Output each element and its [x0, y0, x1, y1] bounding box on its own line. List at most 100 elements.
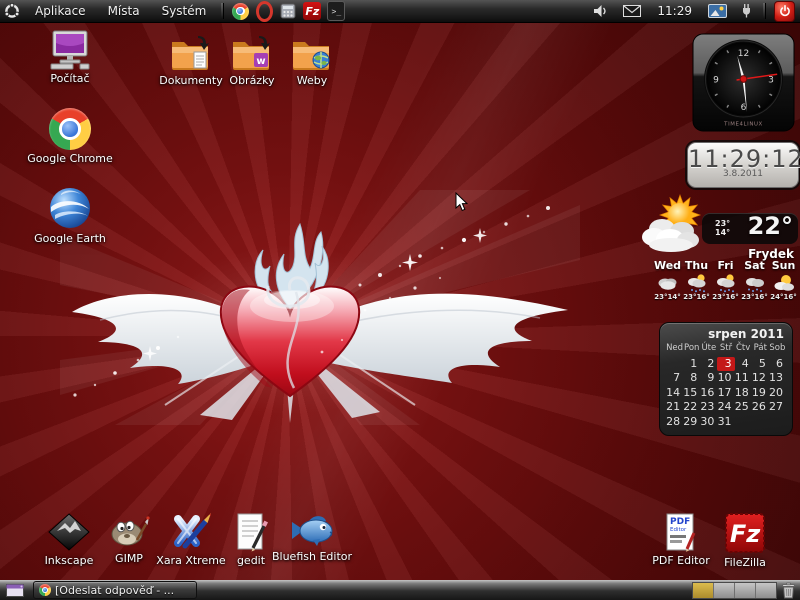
calendar-date: 14 [666, 386, 683, 401]
sun-cloud-icon [640, 193, 714, 263]
distro-logo-icon[interactable] [3, 2, 21, 20]
calendar-date: 23 [700, 400, 717, 415]
calendar-date: 16 [700, 386, 717, 401]
show-desktop-button[interactable] [2, 581, 28, 599]
workspace-4[interactable] [756, 583, 776, 598]
digital-clock-widget[interactable]: 11:29:12 3.8.2011 [687, 142, 799, 188]
calculator-icon [280, 3, 296, 19]
desktop-icon-label: Dokumenty [159, 74, 222, 87]
plug-icon [741, 4, 752, 18]
analog-clock-widget[interactable]: 12 3 6 9 TIME4LINUX [692, 33, 795, 132]
desktop-icon-label: Obrázky [229, 74, 274, 87]
desktop-icon-computer[interactable]: Počítač [35, 30, 105, 85]
menu-places[interactable]: Místa [97, 0, 151, 22]
panel-separator [763, 3, 766, 19]
desktop-icon-web[interactable]: Weby [277, 34, 347, 87]
calendar-date: 13 [769, 371, 786, 386]
clock-number-3: 3 [768, 76, 774, 86]
calendar-date: 2 [700, 357, 717, 372]
calendar-date [666, 357, 683, 372]
desktop-screen: Aplikace Místa Systém Fz >_ 11:29 [0, 0, 800, 600]
opera-launcher[interactable] [255, 2, 273, 20]
forecast-day: Wed 23°14° [653, 259, 682, 301]
calendar-date: 29 [683, 415, 700, 430]
clock-number-9: 9 [713, 76, 719, 86]
terminal-icon: >_ [327, 1, 345, 21]
power-button[interactable] [774, 1, 795, 22]
connection-applet[interactable] [741, 4, 752, 18]
desktop-icon-label: Google Chrome [27, 152, 112, 165]
desktop-icon-gimp[interactable]: GIMP [94, 512, 164, 565]
workspace-1[interactable] [693, 583, 714, 598]
forecast-day: Sun 24°16° [769, 259, 798, 301]
desktop-icon-label: Inkscape [45, 554, 94, 567]
sun-cloud-rain-icon [685, 272, 709, 293]
bottom-panel: [Odeslat odpověď - ... [0, 580, 800, 600]
weather-widget[interactable]: 23° 14° 22° Frydek Wed 23°14 [640, 195, 798, 310]
filezilla-icon: Fz [724, 512, 766, 554]
inkscape-icon [47, 512, 91, 552]
menu-system[interactable]: Systém [151, 0, 218, 22]
clock-number-6: 6 [741, 103, 747, 113]
weather-high: 23° [715, 219, 730, 228]
clock-brand: TIME4LINUX [723, 122, 763, 128]
workspace-2[interactable] [714, 583, 735, 598]
svg-text:PDF: PDF [670, 517, 690, 527]
calendar-date: 7 [666, 371, 683, 386]
google-chrome-launcher[interactable] [231, 2, 249, 20]
sun-cloud-icon [772, 272, 796, 293]
workspace-switcher [692, 582, 777, 599]
clock-number-12: 12 [738, 49, 749, 59]
web-folder-icon [289, 34, 335, 72]
desktop-icon-documents[interactable]: Dokumenty [156, 34, 226, 87]
show-desktop-icon [6, 584, 24, 597]
pdf-editor-icon: PDFEditor [663, 512, 699, 552]
calendar-date [769, 415, 786, 430]
calendar-date: 4 [735, 357, 752, 372]
calendar-day-name: Pon [683, 342, 700, 357]
calendar-date [735, 415, 752, 430]
workspace-3[interactable] [735, 583, 756, 598]
mail-icon [623, 5, 641, 17]
calendar-date: 9 [700, 371, 717, 386]
trash-applet[interactable] [781, 582, 796, 599]
desktop-icon-label: gedit [237, 554, 265, 567]
taskbar-window-button[interactable]: [Odeslat odpověď - ... [33, 581, 197, 599]
gedit-icon [234, 512, 268, 552]
svg-text:Editor: Editor [670, 527, 687, 533]
calendar-date: 24 [717, 400, 734, 415]
calculator-launcher[interactable] [279, 2, 297, 20]
menu-applications[interactable]: Aplikace [24, 0, 97, 22]
filezilla-launcher[interactable]: Fz [303, 2, 321, 20]
calendar-date: 10 [717, 371, 734, 386]
top-panel: Aplikace Místa Systém Fz >_ 11:29 [0, 0, 800, 23]
calendar-day-name: Sob [769, 342, 786, 357]
desktop-icon-bluefish[interactable]: Bluefish Editor [277, 512, 347, 563]
documents-folder-icon [168, 34, 214, 72]
mail-notifier[interactable] [623, 5, 641, 17]
calendar-widget[interactable]: srpen 2011 NedPonÚteStřČtvPátSob12345678… [659, 322, 793, 436]
calendar-date: 21 [666, 400, 683, 415]
opera-icon [256, 1, 273, 22]
calendar-date: 26 [752, 400, 769, 415]
desktop-icon-google-earth[interactable]: Google Earth [35, 186, 105, 245]
terminal-launcher[interactable]: >_ [327, 2, 345, 20]
calendar-date: 15 [683, 386, 700, 401]
power-icon [779, 5, 791, 17]
calendar-date: 12 [752, 371, 769, 386]
forecast-day: Thu 23°16° [682, 259, 711, 301]
computer-icon [47, 30, 93, 70]
volume-icon [593, 4, 609, 18]
sun-cloud-rain-icon [714, 272, 738, 293]
desktop-icon-filezilla[interactable]: Fz FileZilla [710, 512, 780, 569]
photo-viewer-applet[interactable] [708, 4, 727, 18]
forecast-day: Sat 23°16° [740, 259, 769, 301]
cloud-icon [656, 272, 680, 293]
volume-control[interactable] [593, 4, 609, 18]
desktop-icon-google-chrome[interactable]: Google Chrome [35, 108, 105, 165]
panel-clock[interactable]: 11:29 [657, 4, 692, 18]
desktop-icon-pdf-editor[interactable]: PDFEditor PDF Editor [646, 512, 716, 567]
google-chrome-icon [49, 108, 91, 150]
trash-icon [781, 582, 796, 599]
mouse-cursor [455, 192, 469, 212]
